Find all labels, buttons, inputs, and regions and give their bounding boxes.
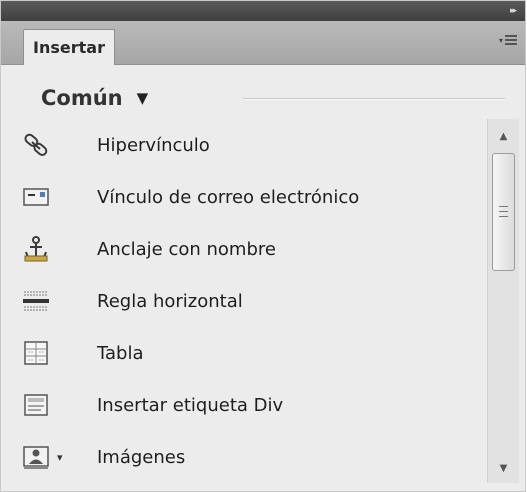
named-anchor-icon [21, 234, 51, 264]
item-label: Vínculo de correo electrónico [97, 186, 360, 208]
insert-item-div-tag[interactable]: Insertar etiqueta Div [1, 379, 487, 431]
insert-item-named-anchor[interactable]: Anclaje con nombre [1, 223, 487, 275]
scroll-up-button[interactable]: ▲ [488, 123, 519, 149]
panel-menu-button[interactable]: ▾ [499, 35, 517, 45]
div-tag-icon [21, 390, 51, 420]
hyperlink-icon [21, 130, 51, 160]
item-label: Insertar etiqueta Div [97, 394, 284, 416]
vertical-scrollbar[interactable]: ▲ ▼ [487, 119, 519, 483]
item-label: Hipervínculo [97, 134, 210, 156]
insert-item-horizontal-rule[interactable]: Regla horizontal [1, 275, 487, 327]
insert-item-email-link[interactable]: Vínculo de correo electrónico [1, 171, 487, 223]
category-arrow-icon: ▼ [136, 89, 149, 107]
insert-item-table[interactable]: Tabla [1, 327, 487, 379]
category-divider [243, 98, 505, 100]
item-label: Tabla [97, 342, 144, 364]
scroll-grip-icon [499, 206, 508, 217]
collapse-to-icons-button[interactable]: ▸▸ [510, 2, 517, 20]
menu-arrow-icon: ▾ [498, 35, 503, 45]
table-icon [21, 338, 51, 368]
panel-tab-row: Insertar ▾ [1, 21, 525, 65]
email-link-icon [21, 182, 51, 212]
images-dropdown-icon[interactable]: ▾ [57, 451, 63, 464]
tab-label: Insertar [33, 38, 105, 57]
item-label: Regla horizontal [97, 290, 243, 312]
tab-insertar[interactable]: Insertar [23, 29, 115, 65]
category-dropdown[interactable]: Común ▼ [41, 83, 148, 113]
scroll-down-button[interactable]: ▼ [488, 455, 519, 481]
panel-menu-icon [505, 35, 517, 45]
insert-item-images[interactable]: ▾ Imágenes [1, 431, 487, 483]
panel-title-bar: ▸▸ [1, 1, 525, 21]
scroll-thumb[interactable] [492, 153, 515, 271]
image-icon [21, 442, 51, 472]
insert-panel: ▸▸ Insertar ▾ Común ▼ Hipervínculo Víncu… [0, 0, 526, 492]
insert-item-hyperlink[interactable]: Hipervínculo [1, 119, 487, 171]
horizontal-rule-icon [21, 286, 51, 316]
category-label: Común [41, 86, 123, 110]
item-label: Anclaje con nombre [97, 238, 276, 260]
item-label: Imágenes [97, 446, 186, 468]
